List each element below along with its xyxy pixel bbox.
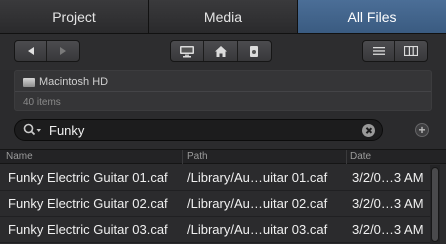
scrollbar-thumb[interactable] <box>431 167 439 242</box>
vertical-scrollbar[interactable] <box>430 165 440 244</box>
column-view-button[interactable] <box>395 41 427 61</box>
file-name: Funky Electric Guitar 03.caf <box>8 222 168 237</box>
file-name: Funky Electric Guitar 01.caf <box>8 170 168 185</box>
computer-button[interactable] <box>171 41 205 61</box>
navigation-buttons <box>14 40 80 62</box>
divider <box>15 91 431 92</box>
add-filter-button[interactable]: + <box>415 123 429 137</box>
table-row[interactable]: Funky Electric Guitar 01.caf /Library/Au… <box>0 165 430 191</box>
file-date: 3/2/0…3 AM <box>352 196 424 211</box>
column-divider <box>182 150 183 164</box>
file-path: /Library/Au…uitar 02.caf <box>187 196 328 211</box>
home-button[interactable] <box>204 41 238 61</box>
location-buttons <box>170 40 272 62</box>
file-date: 3/2/0…3 AM <box>352 222 424 237</box>
clear-search-icon[interactable] <box>362 123 375 137</box>
documents-button[interactable] <box>238 41 271 61</box>
list-view-button[interactable] <box>363 41 396 61</box>
home-icon <box>214 45 227 57</box>
tab-project[interactable]: Project <box>0 0 149 33</box>
tab-bar: Project Media All Files <box>0 0 446 34</box>
file-name: Funky Electric Guitar 02.caf <box>8 196 168 211</box>
toolbar <box>0 34 446 70</box>
item-count: 40 items <box>23 97 61 108</box>
file-path: /Library/Au…uitar 01.caf <box>187 170 328 185</box>
column-header-name[interactable]: Name <box>6 151 33 162</box>
view-mode-buttons <box>362 40 428 62</box>
column-view-icon <box>404 46 418 56</box>
chevron-left-icon <box>27 47 34 55</box>
table-row[interactable]: Funky Electric Guitar 03.caf /Library/Au… <box>0 217 430 243</box>
list-view-icon <box>372 47 385 55</box>
file-path: /Library/Au…uitar 03.caf <box>187 222 328 237</box>
forward-button[interactable] <box>47 41 79 61</box>
back-button[interactable] <box>15 41 48 61</box>
column-divider <box>346 150 347 164</box>
monitor-icon <box>180 45 195 57</box>
location-panel: Macintosh HD 40 items <box>14 70 432 111</box>
tab-media[interactable]: Media <box>149 0 298 33</box>
search-icon[interactable] <box>23 123 43 137</box>
location-name: Macintosh HD <box>39 76 109 88</box>
hard-drive-icon <box>23 77 35 87</box>
chevron-right-icon <box>60 47 66 55</box>
search-field[interactable]: Funky <box>14 119 383 141</box>
column-header-date[interactable]: Date <box>350 151 371 162</box>
document-icon <box>250 45 259 57</box>
tab-all-files[interactable]: All Files <box>298 0 446 33</box>
column-header-path[interactable]: Path <box>187 151 208 162</box>
location-path[interactable]: Macintosh HD <box>23 75 108 89</box>
table-row[interactable]: Funky Electric Guitar 02.caf /Library/Au… <box>0 191 430 217</box>
table-header: Name Path Date <box>0 149 446 164</box>
search-input[interactable]: Funky <box>49 123 362 138</box>
file-date: 3/2/0…3 AM <box>352 170 424 185</box>
